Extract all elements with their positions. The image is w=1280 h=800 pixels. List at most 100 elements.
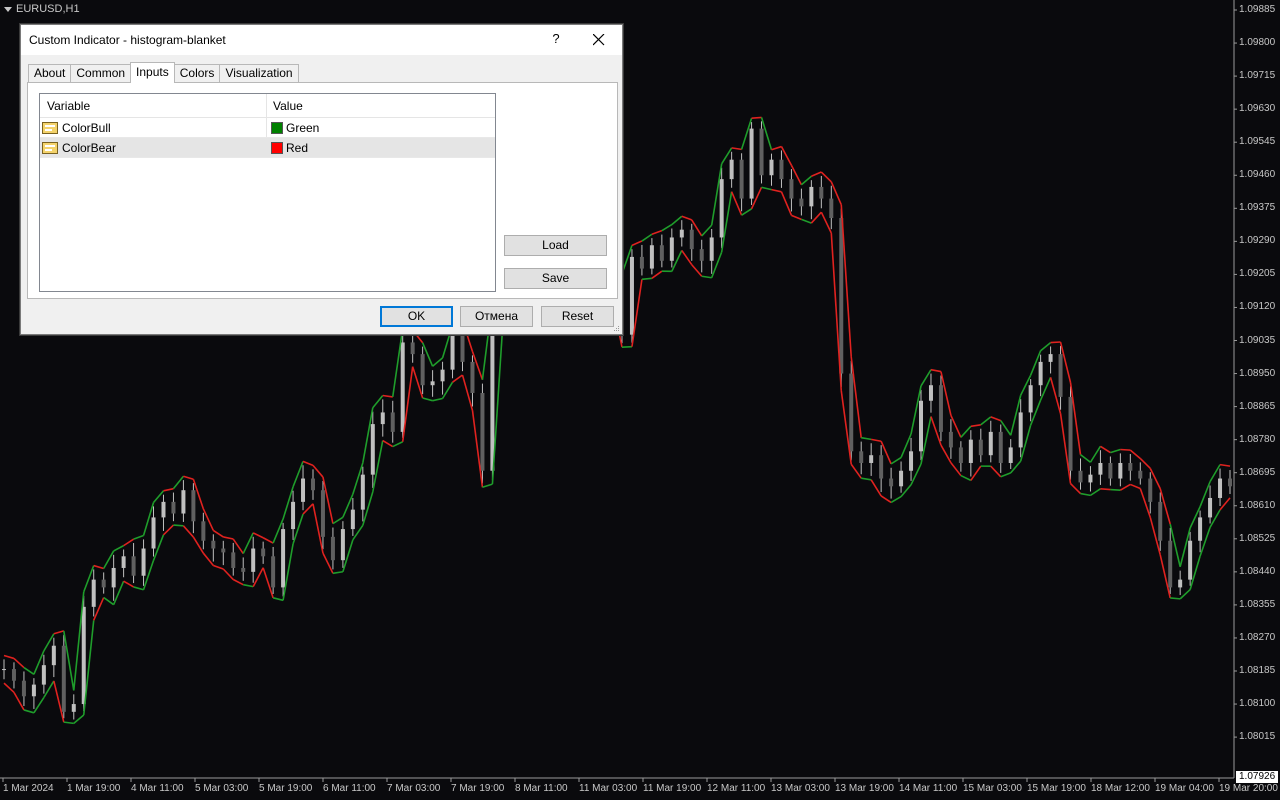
grid-header: Variable Value bbox=[40, 94, 495, 118]
candle-body bbox=[330, 536, 335, 561]
price-tick-label: 1.08525 bbox=[1239, 532, 1276, 544]
tab-inputs[interactable]: Inputs bbox=[130, 62, 175, 83]
candle-body bbox=[879, 455, 884, 479]
value-text: Red bbox=[286, 140, 309, 155]
blanket-lower-line bbox=[202, 552, 214, 566]
blanket-lower-line bbox=[950, 462, 962, 477]
column-header-variable[interactable]: Variable bbox=[40, 94, 267, 118]
tab-common[interactable]: Common bbox=[70, 64, 132, 83]
blanket-upper-line bbox=[820, 171, 832, 183]
candle-body bbox=[1058, 354, 1063, 397]
load-button[interactable]: Load bbox=[504, 235, 607, 256]
candle-body bbox=[221, 548, 226, 553]
value-cell[interactable]: Red bbox=[267, 138, 495, 157]
dialog-title-bar[interactable]: Custom Indicator - histogram-blanket ? bbox=[21, 25, 622, 55]
color-swatch bbox=[271, 141, 283, 154]
symbol-label[interactable]: EURUSD,H1 bbox=[4, 3, 80, 15]
price-tick-label: 1.08440 bbox=[1239, 565, 1276, 577]
price-tick-label: 1.08185 bbox=[1239, 665, 1276, 676]
blanket-lower-line bbox=[681, 249, 693, 266]
candle-body bbox=[1018, 412, 1023, 448]
cancel-button[interactable]: Отмена bbox=[460, 306, 533, 327]
candle-body bbox=[2, 669, 6, 671]
candle-body bbox=[1168, 540, 1173, 588]
candle-body bbox=[281, 529, 286, 588]
candle-body bbox=[948, 431, 953, 448]
table-row[interactable]: ColorBear Red bbox=[40, 138, 495, 158]
candle-body bbox=[41, 665, 46, 685]
blanket-upper-line bbox=[771, 145, 782, 151]
close-button[interactable] bbox=[584, 29, 614, 51]
blanket-upper-line bbox=[1099, 445, 1111, 454]
resize-grip-icon[interactable] bbox=[612, 324, 620, 332]
candle-body bbox=[1008, 447, 1013, 463]
candle-body bbox=[629, 256, 634, 335]
blanket-lower-line bbox=[691, 264, 703, 277]
candle-body bbox=[1048, 354, 1053, 362]
candle-body bbox=[719, 179, 724, 238]
blanket-lower-line bbox=[133, 586, 144, 591]
blanket-lower-line bbox=[940, 444, 952, 464]
blanket-upper-line bbox=[1089, 445, 1102, 463]
candle-body bbox=[1028, 385, 1033, 413]
candle-body bbox=[739, 159, 744, 199]
candle-body bbox=[61, 645, 66, 712]
ok-button[interactable]: OK bbox=[380, 306, 453, 327]
blanket-lower-line bbox=[432, 397, 443, 402]
blanket-lower-line bbox=[1110, 488, 1121, 492]
tab-visualization[interactable]: Visualization bbox=[219, 64, 299, 83]
blanket-upper-line bbox=[811, 171, 822, 177]
candle-body bbox=[410, 342, 415, 355]
price-tick-label: 1.09120 bbox=[1239, 301, 1276, 313]
candle-body bbox=[1178, 579, 1183, 588]
chevron-down-icon[interactable] bbox=[4, 6, 12, 12]
blanket-upper-line bbox=[890, 456, 902, 465]
variable-name: ColorBull bbox=[62, 120, 111, 135]
candle-body bbox=[769, 159, 774, 176]
blanket-upper-line bbox=[13, 657, 25, 669]
reset-button[interactable]: Reset bbox=[541, 306, 614, 327]
variable-cell[interactable]: ColorBear bbox=[40, 138, 267, 157]
candle-body bbox=[470, 361, 475, 393]
close-icon bbox=[593, 34, 605, 46]
help-button[interactable]: ? bbox=[548, 31, 564, 49]
candle-body bbox=[480, 392, 485, 471]
candle-body bbox=[340, 529, 345, 561]
variable-cell[interactable]: ColorBull bbox=[40, 118, 267, 137]
save-button[interactable]: Save bbox=[504, 268, 607, 289]
blanket-lower-line bbox=[441, 381, 454, 399]
candle-body bbox=[231, 552, 236, 568]
candle-body bbox=[829, 198, 834, 219]
blanket-lower-line bbox=[162, 524, 175, 536]
table-row[interactable]: ColorBull Green bbox=[40, 118, 495, 138]
blanket-upper-line bbox=[432, 357, 444, 367]
tab-colors[interactable]: Colors bbox=[173, 64, 221, 83]
time-tick-label: 8 Mar 11:00 bbox=[515, 783, 568, 794]
blanket-upper-line bbox=[232, 538, 244, 555]
blanket-lower-line bbox=[1100, 487, 1111, 491]
price-tick-label: 1.09375 bbox=[1239, 202, 1276, 214]
candle-body bbox=[21, 680, 26, 697]
tab-about[interactable]: About bbox=[28, 64, 72, 83]
blanket-upper-line bbox=[53, 630, 65, 635]
candle-body bbox=[689, 229, 694, 250]
candle-body bbox=[779, 159, 784, 180]
candle-body bbox=[869, 455, 874, 463]
blanket-lower-line bbox=[392, 441, 404, 448]
column-header-value[interactable]: Value bbox=[267, 94, 495, 118]
candle-body bbox=[1198, 517, 1203, 541]
blanket-lower-line bbox=[990, 465, 1002, 478]
blanket-upper-line bbox=[641, 233, 653, 242]
blanket-upper-line bbox=[212, 529, 224, 538]
candle-body bbox=[819, 186, 824, 199]
price-tick-label: 1.08355 bbox=[1239, 598, 1276, 610]
value-cell[interactable]: Green bbox=[267, 118, 495, 137]
blanket-upper-line bbox=[960, 425, 972, 438]
candle-body bbox=[211, 540, 216, 549]
candle-body bbox=[1068, 396, 1073, 471]
blanket-upper-line bbox=[930, 368, 942, 373]
blanket-lower-line bbox=[222, 568, 234, 581]
candle-body bbox=[131, 556, 136, 576]
blanket-lower-line bbox=[243, 583, 254, 588]
candle-body bbox=[659, 245, 664, 261]
